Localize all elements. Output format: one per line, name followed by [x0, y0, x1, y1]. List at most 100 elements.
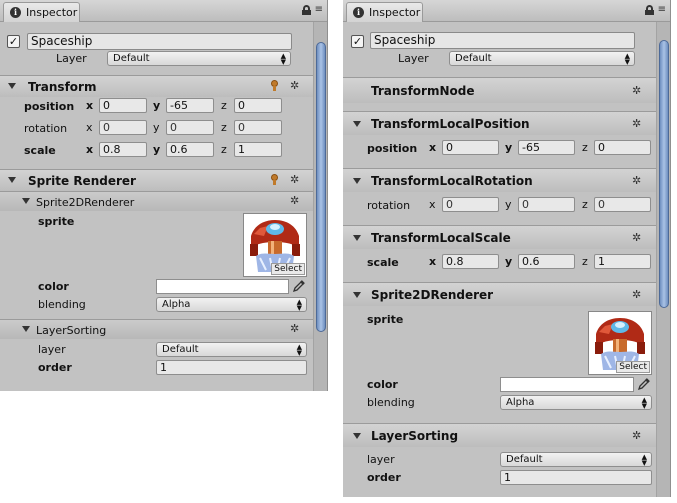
- color-label: color: [367, 378, 398, 391]
- position-z-field[interactable]: 0: [234, 98, 282, 113]
- order-label: order: [38, 361, 72, 374]
- scale-label: scale: [367, 256, 399, 269]
- layer-sorting-header[interactable]: LayerSorting ✲: [343, 423, 656, 447]
- menu-icon[interactable]: ≡: [315, 5, 323, 15]
- dropdown-arrows-icon: ▲ ▼: [280, 52, 286, 66]
- tab-inspector[interactable]: i Inspector: [346, 2, 423, 22]
- local-position-title: TransformLocalPosition: [371, 117, 530, 131]
- lock-icon[interactable]: [644, 5, 654, 15]
- sorting-layer-dropdown[interactable]: Default ▲ ▼: [500, 452, 652, 467]
- position-y-field[interactable]: -65: [518, 140, 575, 155]
- sprite-select-button[interactable]: Select: [616, 361, 650, 373]
- axis-y-label: y: [153, 121, 160, 134]
- axis-z-label: z: [221, 121, 227, 134]
- order-field[interactable]: 1: [156, 360, 307, 375]
- blending-dropdown[interactable]: Alpha ▲ ▼: [156, 297, 307, 312]
- sprite2d-renderer-title: Sprite2DRenderer: [36, 196, 135, 209]
- layer-dropdown[interactable]: Default ▲ ▼: [107, 51, 291, 66]
- active-checkbox[interactable]: ✓: [351, 35, 364, 48]
- local-scale-header[interactable]: TransformLocalScale ✲: [343, 225, 656, 249]
- name-field[interactable]: Spaceship: [27, 33, 292, 50]
- gear-icon[interactable]: ✲: [632, 175, 642, 186]
- transform-node-header[interactable]: TransformNode ✲: [343, 77, 656, 103]
- scale-y-field[interactable]: 0.6: [166, 142, 214, 157]
- scroll-thumb[interactable]: [316, 42, 326, 332]
- foldout-icon[interactable]: [353, 235, 361, 241]
- gear-icon[interactable]: ✲: [632, 430, 642, 441]
- tab-tools: ≡: [644, 5, 666, 15]
- foldout-icon[interactable]: [22, 326, 30, 332]
- sorting-layer-dropdown[interactable]: Default ▲ ▼: [156, 342, 307, 357]
- scale-z-field[interactable]: 1: [234, 142, 282, 157]
- sprite2d-renderer-header[interactable]: Sprite2DRenderer ✲: [343, 282, 656, 306]
- foldout-icon[interactable]: [353, 178, 361, 184]
- position-x-field[interactable]: 0: [442, 140, 499, 155]
- foldout-icon[interactable]: [353, 292, 361, 298]
- scale-x-field[interactable]: 0.8: [99, 142, 147, 157]
- info-icon: i: [10, 7, 21, 18]
- transform-header[interactable]: Transform ✲: [0, 75, 313, 97]
- gear-icon[interactable]: ✲: [290, 174, 300, 185]
- gear-icon[interactable]: ✲: [632, 118, 642, 129]
- sprite-thumbnail[interactable]: Select: [243, 213, 307, 277]
- gear-icon[interactable]: ✲: [632, 85, 642, 96]
- local-scale-title: TransformLocalScale: [371, 231, 511, 245]
- blending-dropdown[interactable]: Alpha ▲ ▼: [500, 395, 652, 410]
- rotation-y-field[interactable]: 0: [166, 120, 214, 135]
- scale-x-field[interactable]: 0.8: [442, 254, 499, 269]
- position-z-field[interactable]: 0: [594, 140, 651, 155]
- rotation-x-field[interactable]: 0: [99, 120, 147, 135]
- foldout-icon[interactable]: [22, 198, 30, 204]
- axis-x-label: x: [429, 255, 437, 268]
- rotation-y-field[interactable]: 0: [518, 197, 575, 212]
- layer-sorting-header[interactable]: LayerSorting ✲: [0, 319, 313, 339]
- rotation-z-field[interactable]: 0: [234, 120, 282, 135]
- foldout-icon[interactable]: [8, 177, 16, 183]
- axis-y-label: y: [153, 143, 161, 156]
- sprite2d-renderer-header[interactable]: Sprite2DRenderer ✲: [0, 191, 313, 211]
- name-field[interactable]: Spaceship: [370, 32, 635, 49]
- position-y-field[interactable]: -65: [166, 98, 214, 113]
- gear-icon[interactable]: ✲: [290, 195, 300, 206]
- order-field[interactable]: 1: [500, 470, 652, 485]
- gear-icon[interactable]: ✲: [290, 80, 300, 91]
- script-reference-icon[interactable]: [271, 80, 278, 92]
- layer-dropdown[interactable]: Default ▲ ▼: [449, 51, 635, 66]
- gear-icon[interactable]: ✲: [632, 289, 642, 300]
- tab-label: Inspector: [369, 6, 421, 19]
- axis-x-label: x: [86, 99, 94, 112]
- eyedropper-icon[interactable]: [292, 279, 306, 293]
- local-rotation-header[interactable]: TransformLocalRotation ✲: [343, 168, 656, 192]
- axis-x-label: x: [86, 143, 94, 156]
- menu-icon[interactable]: ≡: [658, 5, 666, 15]
- position-label: position: [367, 142, 418, 155]
- tab-inspector[interactable]: i Inspector: [3, 2, 80, 22]
- foldout-icon[interactable]: [8, 83, 16, 89]
- color-field[interactable]: [500, 377, 634, 392]
- script-reference-icon[interactable]: [271, 174, 278, 186]
- rotation-x-field[interactable]: 0: [442, 197, 499, 212]
- scale-y-field[interactable]: 0.6: [518, 254, 575, 269]
- position-x-field[interactable]: 0: [99, 98, 147, 113]
- foldout-icon[interactable]: [353, 433, 361, 439]
- rotation-z-field[interactable]: 0: [594, 197, 651, 212]
- axis-y-label: y: [153, 99, 161, 112]
- layer-label: Layer: [56, 52, 87, 65]
- active-checkbox[interactable]: ✓: [7, 35, 20, 48]
- sprite-select-button[interactable]: Select: [271, 263, 305, 275]
- sprite-thumbnail[interactable]: Select: [588, 311, 652, 375]
- color-field[interactable]: [156, 279, 289, 294]
- blending-label: blending: [38, 298, 86, 311]
- foldout-icon[interactable]: [353, 121, 361, 127]
- gear-icon[interactable]: ✲: [632, 232, 642, 243]
- sprite-renderer-header[interactable]: Sprite Renderer ✲: [0, 169, 313, 191]
- scroll-thumb[interactable]: [659, 40, 669, 308]
- local-position-header[interactable]: TransformLocalPosition ✲: [343, 111, 656, 135]
- scrollbar[interactable]: [313, 22, 327, 391]
- scrollbar[interactable]: [656, 22, 670, 497]
- lock-icon[interactable]: [301, 5, 311, 15]
- eyedropper-icon[interactable]: [637, 377, 651, 391]
- transform-node-title: TransformNode: [371, 84, 475, 98]
- gear-icon[interactable]: ✲: [290, 323, 300, 334]
- scale-z-field[interactable]: 1: [594, 254, 651, 269]
